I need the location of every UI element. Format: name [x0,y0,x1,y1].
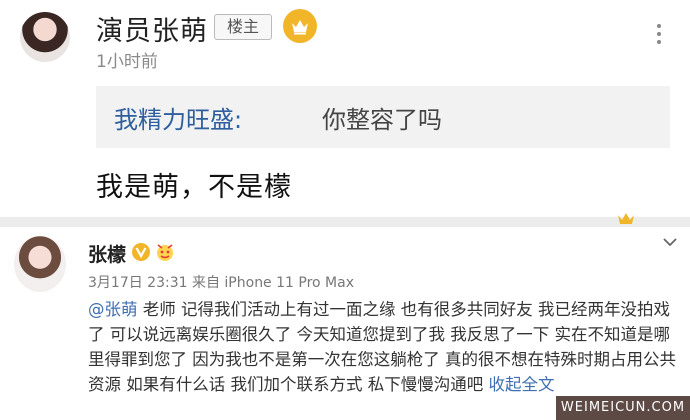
divider [0,217,690,227]
crown-badge-icon [283,9,317,43]
author-name[interactable]: 演员张萌 [96,9,208,48]
avatar[interactable] [20,12,70,62]
top-post: 演员张萌 楼主 1小时前 我精力旺盛: 你整容了吗 我是萌，不是檬 [0,0,690,213]
post-time: 1小时前 [96,52,158,72]
crown-decoration-icon [618,213,634,224]
comment-text: 老师 记得我们活动上有过一面之缘 也有很多共同好友 我已经两年没拍戏了 可以说远… [88,300,676,394]
watermark: WEIMEICUN.COM [556,396,690,420]
quote-text: 你整容了吗 [322,106,442,134]
more-vertical-icon[interactable] [652,24,666,48]
author-name[interactable]: 张檬 [88,240,126,267]
comment-meta: 3月17日 23:31 来自 iPhone 11 Pro Max [88,275,354,291]
fan-badge-icon [157,244,173,261]
comment-body: @张萌 老师 记得我们活动上有过一面之缘 也有很多共同好友 我已经两年没拍戏了 … [88,297,678,397]
quote-user[interactable]: 我精力旺盛: [114,100,242,135]
avatar[interactable] [14,236,66,292]
verified-v-icon [132,243,150,261]
reply-text: 我是萌，不是檬 [96,172,292,203]
chevron-down-icon[interactable] [662,236,678,248]
op-badge: 楼主 [214,14,272,40]
collapse-full-text-link[interactable]: 收起全文 [488,375,554,394]
mention-link[interactable]: @张萌 [88,300,138,319]
quoted-comment[interactable]: 我精力旺盛: 你整容了吗 [96,86,670,148]
